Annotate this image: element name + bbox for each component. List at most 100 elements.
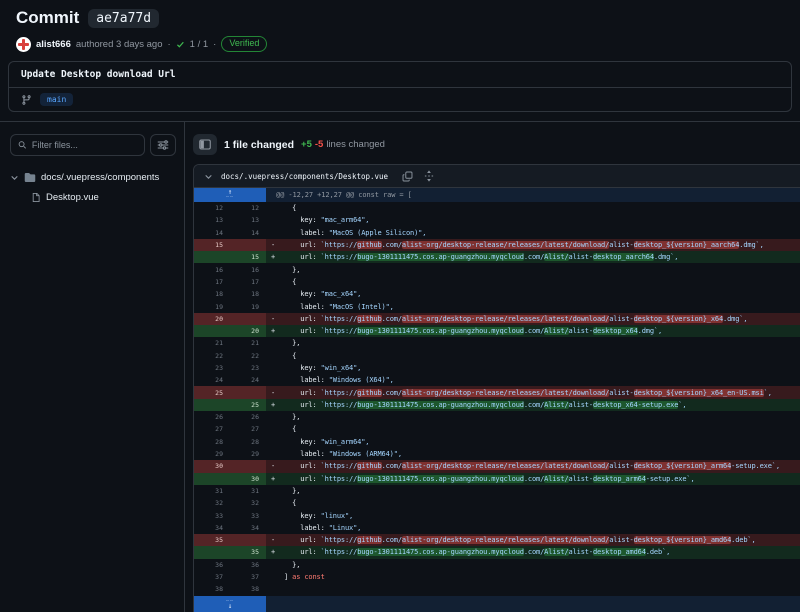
old-line-number[interactable]: 18	[194, 288, 230, 300]
old-line-number[interactable]: 13	[194, 214, 230, 226]
old-line-number[interactable]	[194, 325, 230, 337]
new-line-number[interactable]	[230, 239, 266, 251]
old-line-number[interactable]	[194, 473, 230, 485]
new-line-number[interactable]: 29	[230, 448, 266, 460]
new-line-number[interactable]: 35	[230, 546, 266, 558]
diff-marker	[266, 214, 284, 226]
old-line-number[interactable]: 14	[194, 227, 230, 239]
git-branch-icon	[21, 94, 32, 106]
old-line-number[interactable]: 33	[194, 509, 230, 521]
new-line-number[interactable]: 12	[230, 202, 266, 214]
old-line-number[interactable]: 28	[194, 436, 230, 448]
old-line-number[interactable]	[194, 399, 230, 411]
new-line-number[interactable]: 23	[230, 362, 266, 374]
file-path[interactable]: docs/.vuepress/components/Desktop.vue	[221, 172, 388, 181]
new-line-number[interactable]: 19	[230, 300, 266, 312]
new-line-number[interactable]: 22	[230, 350, 266, 362]
new-line-number[interactable]: 36	[230, 559, 266, 571]
old-line-number[interactable]: 20	[194, 313, 230, 325]
tree-file-row[interactable]: Desktop.vue	[10, 187, 176, 207]
verified-badge[interactable]: Verified	[221, 36, 267, 52]
diff-row: 2222 {	[194, 350, 800, 362]
old-line-number[interactable]: 15	[194, 239, 230, 251]
diff-row: 3333 key: "linux",	[194, 509, 800, 521]
old-line-number[interactable]: 37	[194, 571, 230, 583]
code-line: {	[284, 202, 800, 214]
new-line-number[interactable]: 32	[230, 497, 266, 509]
old-line-number[interactable]: 17	[194, 276, 230, 288]
diff-marker: -	[266, 313, 284, 325]
new-line-number[interactable]: 21	[230, 337, 266, 349]
chevron-down-icon[interactable]	[204, 172, 213, 181]
new-line-number[interactable]: 18	[230, 288, 266, 300]
new-line-number[interactable]: 17	[230, 276, 266, 288]
diff-word-highlight: desktop_amd64	[593, 548, 646, 556]
new-line-number[interactable]: 15	[230, 251, 266, 263]
old-line-number[interactable]: 21	[194, 337, 230, 349]
diff-word-highlight: desktop_x64-setup.exe	[593, 401, 678, 409]
avatar[interactable]	[16, 37, 31, 52]
new-line-number[interactable]: 37	[230, 571, 266, 583]
author-link[interactable]: alist666	[36, 39, 71, 50]
old-line-number[interactable]: 32	[194, 497, 230, 509]
old-line-number[interactable]	[194, 546, 230, 558]
footer-fill	[266, 596, 800, 612]
code-segment: .dmg`,	[739, 241, 763, 249]
expand-down-button[interactable]: ┄┄↓	[194, 596, 266, 612]
new-line-number[interactable]: 24	[230, 374, 266, 386]
new-line-number[interactable]	[230, 534, 266, 546]
new-line-number[interactable]	[230, 313, 266, 325]
code-segment: `https://	[321, 241, 358, 249]
filter-files-input[interactable]	[32, 140, 137, 150]
new-line-number[interactable]: 20	[230, 325, 266, 337]
unfold-icon[interactable]	[424, 170, 434, 182]
expand-up-button[interactable]: ↑┄┄	[194, 188, 266, 202]
new-line-number[interactable]: 30	[230, 473, 266, 485]
code-segment: .com/	[382, 241, 402, 249]
copy-icon[interactable]	[402, 171, 413, 182]
diff-row: 1212 {	[194, 202, 800, 214]
old-line-number[interactable]: 24	[194, 374, 230, 386]
old-line-number[interactable]: 29	[194, 448, 230, 460]
tree-folder-label: docs/.vuepress/components	[41, 172, 159, 183]
new-line-number[interactable]: 31	[230, 485, 266, 497]
old-line-number[interactable]: 25	[194, 386, 230, 398]
old-line-number[interactable]: 19	[194, 300, 230, 312]
branch-label[interactable]: main	[40, 93, 73, 106]
new-line-number[interactable]	[230, 386, 266, 398]
old-line-number[interactable]: 38	[194, 583, 230, 595]
old-line-number[interactable]	[194, 251, 230, 263]
old-line-number[interactable]: 30	[194, 460, 230, 472]
new-line-number[interactable]: 27	[230, 423, 266, 435]
old-line-number[interactable]: 22	[194, 350, 230, 362]
code-segment: `https://	[321, 401, 358, 409]
tree-options-button[interactable]	[150, 134, 176, 156]
new-line-number[interactable]: 14	[230, 227, 266, 239]
old-line-number[interactable]: 34	[194, 522, 230, 534]
checks-count[interactable]: 1 / 1	[190, 39, 209, 50]
new-line-number[interactable]: 26	[230, 411, 266, 423]
old-line-number[interactable]: 27	[194, 423, 230, 435]
new-line-number[interactable]: 34	[230, 522, 266, 534]
new-line-number[interactable]: 13	[230, 214, 266, 226]
new-line-number[interactable]: 28	[230, 436, 266, 448]
files-changed-text: 1 file changed	[224, 139, 294, 151]
old-line-number[interactable]: 26	[194, 411, 230, 423]
new-line-number[interactable]: 16	[230, 263, 266, 275]
new-line-number[interactable]: 33	[230, 509, 266, 521]
toggle-file-tree-button[interactable]	[193, 134, 217, 155]
tree-folder-row[interactable]: docs/.vuepress/components	[10, 167, 176, 187]
old-line-number[interactable]: 31	[194, 485, 230, 497]
old-line-number[interactable]: 16	[194, 263, 230, 275]
diff-row: 15+ url: `https://bugo-1301111475.cos.ap…	[194, 251, 800, 263]
old-line-number[interactable]: 35	[194, 534, 230, 546]
diff-row: 1616 },	[194, 263, 800, 275]
new-line-number[interactable]	[230, 460, 266, 472]
checks-status[interactable]	[176, 40, 185, 49]
old-line-number[interactable]: 36	[194, 559, 230, 571]
new-line-number[interactable]: 38	[230, 583, 266, 595]
old-line-number[interactable]: 12	[194, 202, 230, 214]
diff-word-highlight: alist-org/desktop-release/releases/lates…	[402, 462, 609, 470]
new-line-number[interactable]: 25	[230, 399, 266, 411]
old-line-number[interactable]: 23	[194, 362, 230, 374]
